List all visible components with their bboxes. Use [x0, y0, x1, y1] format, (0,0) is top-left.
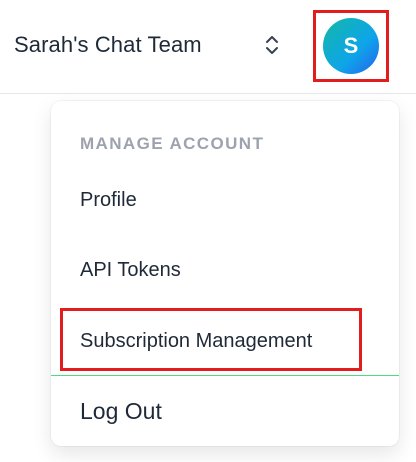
manage-account-heading: MANAGE ACCOUNT	[80, 134, 265, 153]
top-header: Sarah's Chat Team S	[0, 0, 416, 94]
logout-button[interactable]: Log Out	[80, 398, 162, 425]
avatar-button[interactable]: S	[313, 10, 389, 82]
avatar: S	[323, 18, 379, 74]
team-switcher[interactable]: Sarah's Chat Team	[14, 24, 278, 66]
menu-item-subscription-management[interactable]: Subscription Management	[60, 308, 362, 371]
menu-item-profile[interactable]: Profile	[80, 189, 137, 212]
menu-item-api-tokens[interactable]: API Tokens	[80, 259, 181, 282]
page: Sarah's Chat Team S MANAGE ACCOUNT Profi…	[0, 0, 416, 462]
subscription-management-label: Subscription Management	[80, 330, 313, 352]
team-name: Sarah's Chat Team	[14, 32, 202, 57]
chevron-up-down-icon	[266, 36, 278, 54]
menu-divider	[51, 375, 399, 376]
account-dropdown-menu: MANAGE ACCOUNT Profile API Tokens Subscr…	[51, 101, 399, 446]
